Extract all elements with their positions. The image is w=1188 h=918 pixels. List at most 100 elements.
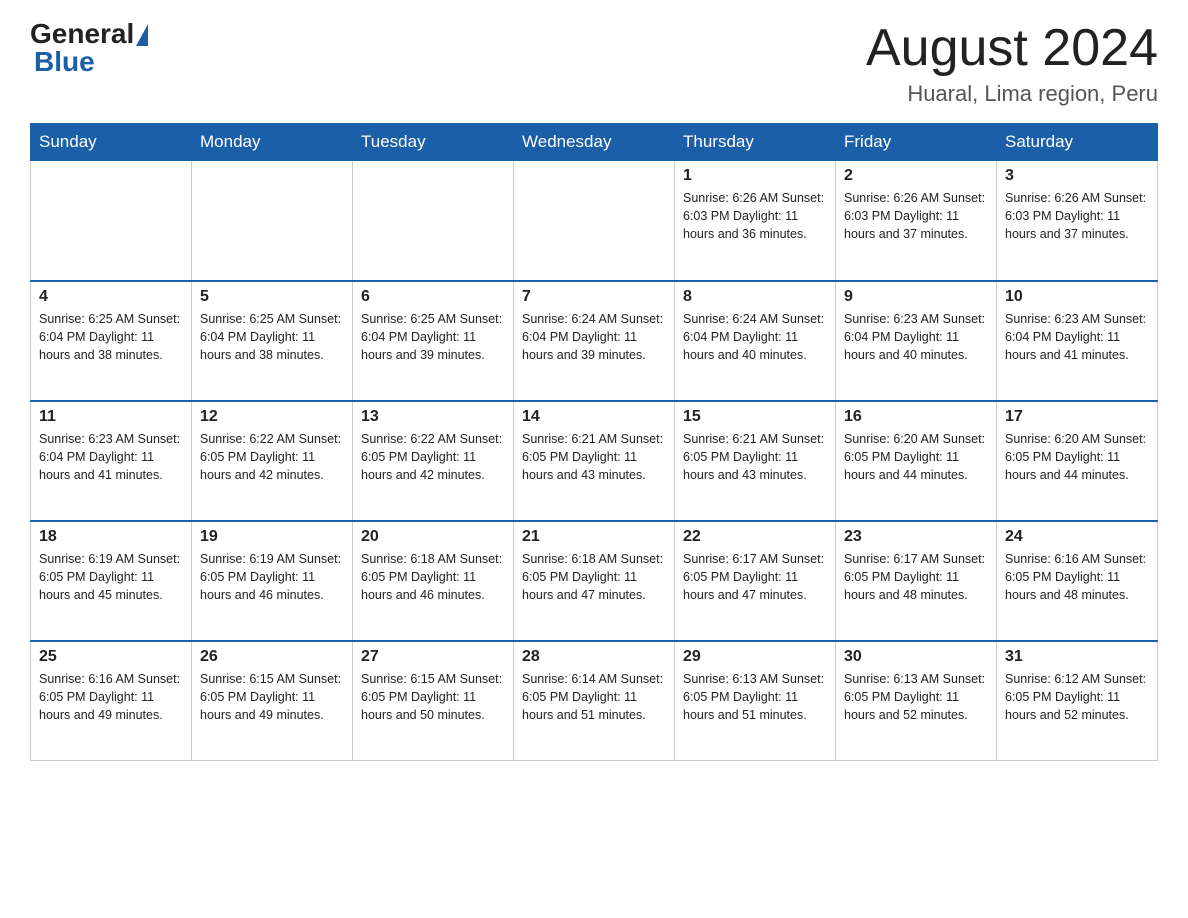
day-number: 3 [1005, 167, 1149, 185]
day-number: 4 [39, 288, 183, 306]
day-info-text: Sunrise: 6:22 AM Sunset: 6:05 PM Dayligh… [200, 430, 344, 484]
day-info-text: Sunrise: 6:18 AM Sunset: 6:05 PM Dayligh… [522, 550, 666, 604]
day-number: 26 [200, 648, 344, 666]
calendar-week-row: 25 Sunrise: 6:16 AM Sunset: 6:05 PM Dayli… [31, 641, 1158, 761]
day-info-text: Sunrise: 6:17 AM Sunset: 6:05 PM Dayligh… [844, 550, 988, 604]
day-number: 5 [200, 288, 344, 306]
calendar-header-row: SundayMondayTuesdayWednesdayThursdayFrid… [31, 124, 1158, 161]
calendar-cell: 26 Sunrise: 6:15 AM Sunset: 6:05 PM Dayli… [192, 641, 353, 761]
calendar-week-row: 1 Sunrise: 6:26 AM Sunset: 6:03 PM Daylig… [31, 161, 1158, 281]
day-number: 23 [844, 528, 988, 546]
day-info-text: Sunrise: 6:16 AM Sunset: 6:05 PM Dayligh… [39, 670, 183, 724]
day-number: 14 [522, 408, 666, 426]
day-number: 31 [1005, 648, 1149, 666]
day-info-text: Sunrise: 6:26 AM Sunset: 6:03 PM Dayligh… [683, 189, 827, 243]
day-info-text: Sunrise: 6:21 AM Sunset: 6:05 PM Dayligh… [522, 430, 666, 484]
calendar-header-wednesday: Wednesday [514, 124, 675, 161]
day-info-text: Sunrise: 6:16 AM Sunset: 6:05 PM Dayligh… [1005, 550, 1149, 604]
day-info-text: Sunrise: 6:25 AM Sunset: 6:04 PM Dayligh… [361, 310, 505, 364]
day-info-text: Sunrise: 6:26 AM Sunset: 6:03 PM Dayligh… [844, 189, 988, 243]
day-number: 22 [683, 528, 827, 546]
calendar-table: SundayMondayTuesdayWednesdayThursdayFrid… [30, 123, 1158, 761]
day-number: 2 [844, 167, 988, 185]
day-info-text: Sunrise: 6:15 AM Sunset: 6:05 PM Dayligh… [361, 670, 505, 724]
day-number: 9 [844, 288, 988, 306]
calendar-cell: 8 Sunrise: 6:24 AM Sunset: 6:04 PM Daylig… [675, 281, 836, 401]
calendar-cell [192, 161, 353, 281]
calendar-cell [31, 161, 192, 281]
calendar-cell: 3 Sunrise: 6:26 AM Sunset: 6:03 PM Daylig… [997, 161, 1158, 281]
month-title: August 2024 [866, 20, 1158, 77]
day-info-text: Sunrise: 6:23 AM Sunset: 6:04 PM Dayligh… [844, 310, 988, 364]
day-number: 27 [361, 648, 505, 666]
day-info-text: Sunrise: 6:13 AM Sunset: 6:05 PM Dayligh… [683, 670, 827, 724]
calendar-cell: 16 Sunrise: 6:20 AM Sunset: 6:05 PM Dayli… [836, 401, 997, 521]
calendar-cell: 24Sunrise: 6:16 AM Sunset: 6:05 PM Dayli… [997, 521, 1158, 641]
calendar-week-row: 18 Sunrise: 6:19 AM Sunset: 6:05 PM Dayli… [31, 521, 1158, 641]
day-info-text: Sunrise: 6:21 AM Sunset: 6:05 PM Dayligh… [683, 430, 827, 484]
day-info-text: Sunrise: 6:24 AM Sunset: 6:04 PM Dayligh… [522, 310, 666, 364]
day-number: 12 [200, 408, 344, 426]
calendar-cell: 13Sunrise: 6:22 AM Sunset: 6:05 PM Dayli… [353, 401, 514, 521]
calendar-header-saturday: Saturday [997, 124, 1158, 161]
calendar-cell: 9 Sunrise: 6:23 AM Sunset: 6:04 PM Daylig… [836, 281, 997, 401]
day-number: 30 [844, 648, 988, 666]
calendar-cell: 11Sunrise: 6:23 AM Sunset: 6:04 PM Dayli… [31, 401, 192, 521]
calendar-cell: 1 Sunrise: 6:26 AM Sunset: 6:03 PM Daylig… [675, 161, 836, 281]
calendar-cell: 17 Sunrise: 6:20 AM Sunset: 6:05 PM Dayli… [997, 401, 1158, 521]
day-number: 25 [39, 648, 183, 666]
day-number: 28 [522, 648, 666, 666]
day-info-text: Sunrise: 6:18 AM Sunset: 6:05 PM Dayligh… [361, 550, 505, 604]
day-info-text: Sunrise: 6:17 AM Sunset: 6:05 PM Dayligh… [683, 550, 827, 604]
logo-general-text: General [30, 20, 134, 48]
calendar-cell: 22 Sunrise: 6:17 AM Sunset: 6:05 PM Dayli… [675, 521, 836, 641]
day-number: 15 [683, 408, 827, 426]
calendar-header-friday: Friday [836, 124, 997, 161]
day-number: 6 [361, 288, 505, 306]
calendar-cell: 19Sunrise: 6:19 AM Sunset: 6:05 PM Dayli… [192, 521, 353, 641]
day-number: 20 [361, 528, 505, 546]
calendar-cell: 14 Sunrise: 6:21 AM Sunset: 6:05 PM Dayli… [514, 401, 675, 521]
logo-blue-text: Blue [30, 48, 148, 76]
day-info-text: Sunrise: 6:12 AM Sunset: 6:05 PM Dayligh… [1005, 670, 1149, 724]
day-number: 8 [683, 288, 827, 306]
logo: General Blue [30, 20, 148, 76]
calendar-cell: 31 Sunrise: 6:12 AM Sunset: 6:05 PM Dayli… [997, 641, 1158, 761]
calendar-week-row: 11Sunrise: 6:23 AM Sunset: 6:04 PM Dayli… [31, 401, 1158, 521]
calendar-header-sunday: Sunday [31, 124, 192, 161]
day-number: 21 [522, 528, 666, 546]
day-info-text: Sunrise: 6:25 AM Sunset: 6:04 PM Dayligh… [39, 310, 183, 364]
day-info-text: Sunrise: 6:20 AM Sunset: 6:05 PM Dayligh… [1005, 430, 1149, 484]
calendar-cell: 20 Sunrise: 6:18 AM Sunset: 6:05 PM Dayli… [353, 521, 514, 641]
day-number: 18 [39, 528, 183, 546]
calendar-cell [353, 161, 514, 281]
calendar-cell: 5 Sunrise: 6:25 AM Sunset: 6:04 PM Daylig… [192, 281, 353, 401]
calendar-header-thursday: Thursday [675, 124, 836, 161]
day-number: 16 [844, 408, 988, 426]
calendar-cell: 2 Sunrise: 6:26 AM Sunset: 6:03 PM Daylig… [836, 161, 997, 281]
calendar-cell: 27 Sunrise: 6:15 AM Sunset: 6:05 PM Dayli… [353, 641, 514, 761]
title-block: August 2024 Huaral, Lima region, Peru [866, 20, 1158, 107]
day-info-text: Sunrise: 6:15 AM Sunset: 6:05 PM Dayligh… [200, 670, 344, 724]
calendar-cell: 12 Sunrise: 6:22 AM Sunset: 6:05 PM Dayli… [192, 401, 353, 521]
day-number: 29 [683, 648, 827, 666]
day-info-text: Sunrise: 6:26 AM Sunset: 6:03 PM Dayligh… [1005, 189, 1149, 243]
day-number: 7 [522, 288, 666, 306]
day-info-text: Sunrise: 6:25 AM Sunset: 6:04 PM Dayligh… [200, 310, 344, 364]
day-number: 1 [683, 167, 827, 185]
calendar-cell: 18Sunrise: 6:19 AM Sunset: 6:05 PM Dayli… [31, 521, 192, 641]
day-info-text: Sunrise: 6:14 AM Sunset: 6:05 PM Dayligh… [522, 670, 666, 724]
day-info-text: Sunrise: 6:19 AM Sunset: 6:05 PM Dayligh… [200, 550, 344, 604]
calendar-cell [514, 161, 675, 281]
day-number: 11 [39, 408, 183, 426]
location-text: Huaral, Lima region, Peru [866, 81, 1158, 107]
day-info-text: Sunrise: 6:24 AM Sunset: 6:04 PM Dayligh… [683, 310, 827, 364]
calendar-week-row: 4 Sunrise: 6:25 AM Sunset: 6:04 PM Daylig… [31, 281, 1158, 401]
calendar-cell: 6 Sunrise: 6:25 AM Sunset: 6:04 PM Daylig… [353, 281, 514, 401]
page-header: General Blue August 2024 Huaral, Lima re… [30, 20, 1158, 107]
calendar-cell: 23 Sunrise: 6:17 AM Sunset: 6:05 PM Dayli… [836, 521, 997, 641]
day-info-text: Sunrise: 6:20 AM Sunset: 6:05 PM Dayligh… [844, 430, 988, 484]
calendar-cell: 25 Sunrise: 6:16 AM Sunset: 6:05 PM Dayli… [31, 641, 192, 761]
day-number: 17 [1005, 408, 1149, 426]
day-info-text: Sunrise: 6:23 AM Sunset: 6:04 PM Dayligh… [1005, 310, 1149, 364]
